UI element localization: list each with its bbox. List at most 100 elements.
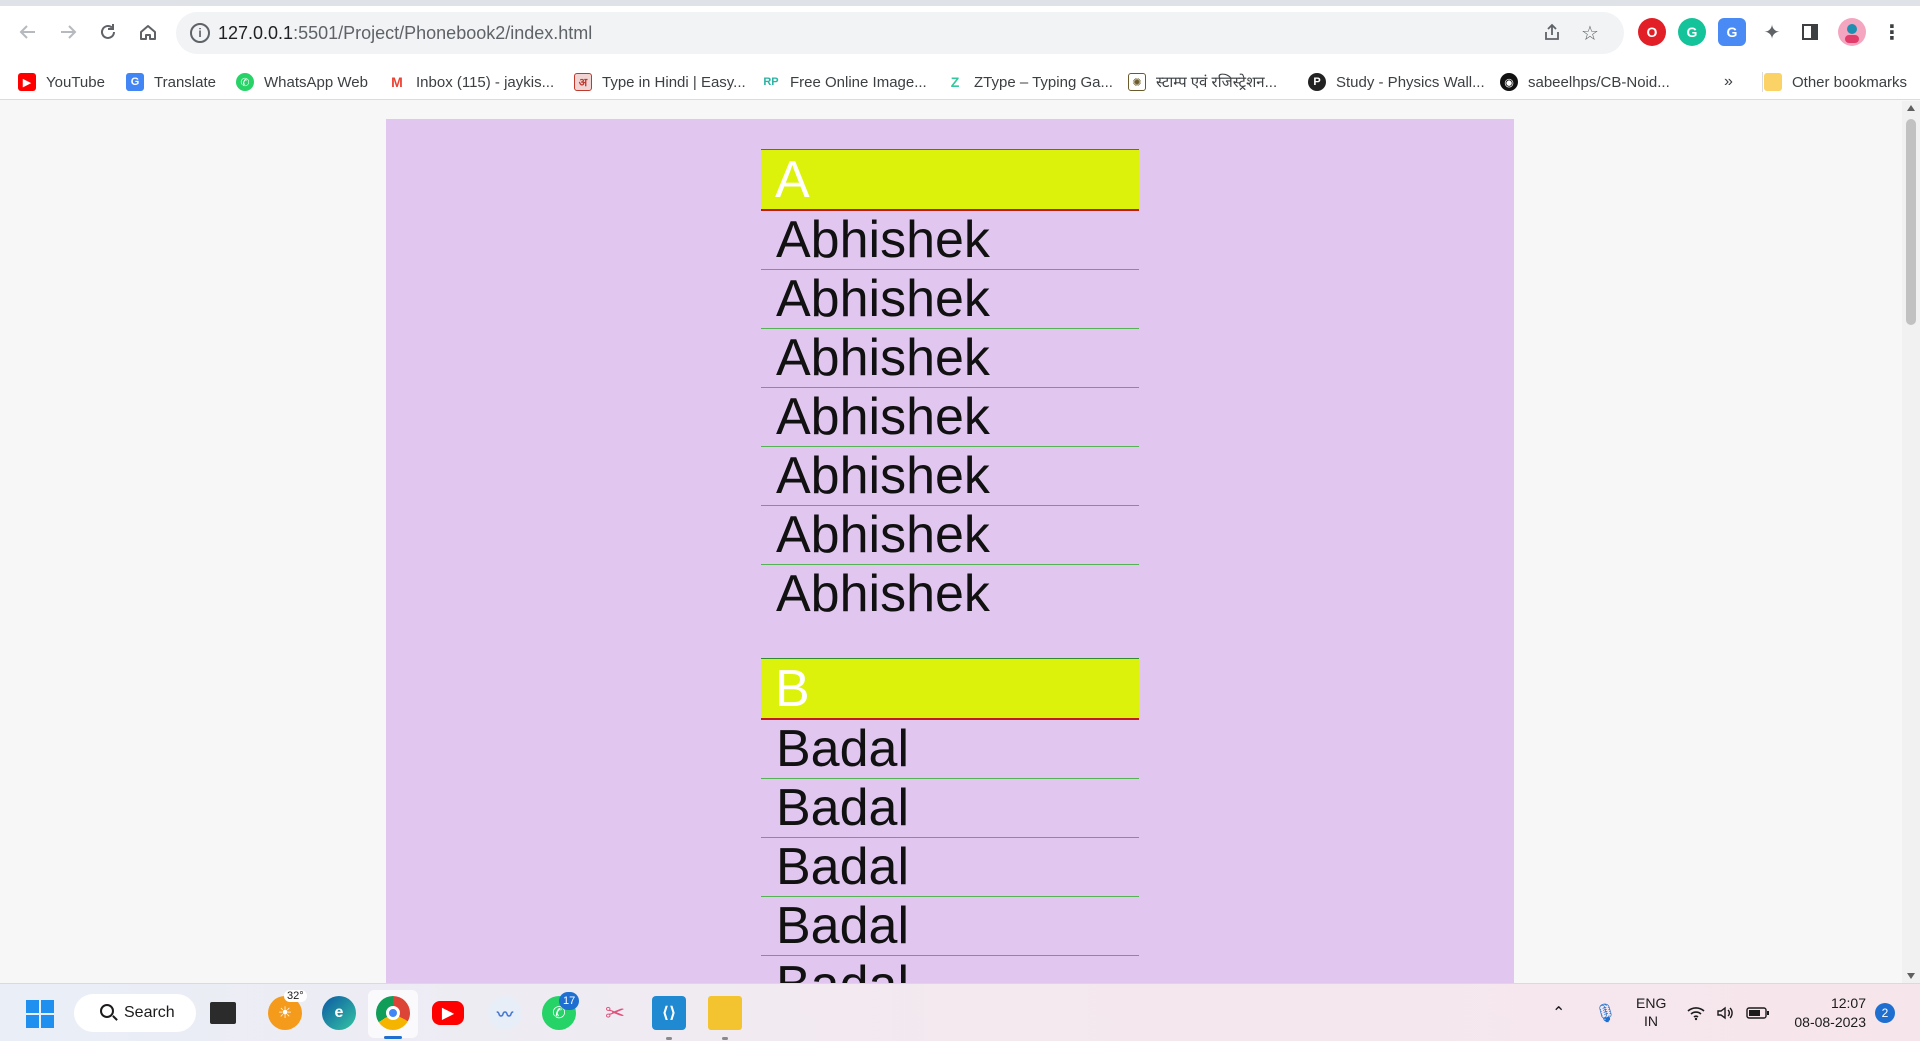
back-button[interactable]: [12, 16, 44, 48]
reload-icon: [101, 24, 115, 39]
arrow-right-icon: [61, 25, 77, 39]
hindi-type-icon: अ: [574, 73, 592, 91]
bookmark-ztype[interactable]: Z ZType – Typing Ga...: [946, 64, 1113, 100]
scrollbar-thumb[interactable]: [1906, 119, 1916, 325]
scroll-down-arrow-icon[interactable]: [1907, 973, 1915, 979]
language-code: ENG: [1636, 995, 1667, 1011]
chrome-menu-icon[interactable]: ⋮: [1878, 18, 1906, 46]
task-view-icon[interactable]: [210, 1002, 236, 1024]
weather-temperature: 32°: [284, 990, 307, 1002]
home-button[interactable]: [132, 16, 164, 48]
contact-row[interactable]: Abhishek: [761, 506, 1139, 565]
file-explorer-icon[interactable]: [708, 996, 742, 1030]
image-tool-icon: RP: [762, 73, 780, 91]
arrow-left-icon: [19, 25, 35, 39]
show-hidden-icons-chevron-icon[interactable]: ⌃: [1552, 984, 1565, 1041]
emblem-icon: ✺: [1128, 73, 1146, 91]
contact-row[interactable]: Badal: [761, 838, 1139, 897]
github-icon: ◉: [1500, 73, 1518, 91]
contact-row[interactable]: Abhishek: [761, 565, 1139, 624]
ztype-icon: Z: [946, 73, 964, 91]
bookmarks-overflow-button[interactable]: »: [1724, 64, 1733, 100]
bookmark-whatsapp-web[interactable]: ✆ WhatsApp Web: [236, 64, 368, 100]
stock-app-icon[interactable]: 〰: [488, 996, 522, 1030]
search-icon: [100, 1004, 114, 1018]
opera-extension-icon[interactable]: O: [1638, 18, 1666, 46]
search-label: Search: [124, 1004, 175, 1021]
translate-extension-icon[interactable]: G: [1718, 18, 1746, 46]
windows-start-icon[interactable]: [26, 1000, 54, 1028]
contact-row[interactable]: Badal: [761, 956, 1139, 983]
reload-button[interactable]: [92, 16, 124, 48]
bookmark-github[interactable]: ◉ sabeelhps/CB-Noid...: [1500, 64, 1670, 100]
snipping-tool-icon[interactable]: ✂: [598, 996, 632, 1030]
microphone-icon[interactable]: 🎙: [1594, 984, 1617, 1041]
bookmark-translate[interactable]: G Translate: [126, 64, 216, 100]
profile-avatar[interactable]: [1838, 18, 1866, 46]
edge-browser-icon[interactable]: e: [322, 996, 356, 1030]
clock-date: 08-08-2023: [1794, 1014, 1866, 1030]
physics-wallah-icon: P: [1308, 73, 1326, 91]
url-text[interactable]: 127.0.0.1:5501/Project/Phonebook2/index.…: [218, 23, 592, 44]
vscode-icon[interactable]: ⟨⟩: [652, 996, 686, 1030]
clock-time: 12:07: [1830, 995, 1866, 1011]
youtube-app-icon[interactable]: ▶: [432, 1001, 464, 1025]
grammarly-extension-icon[interactable]: G: [1678, 18, 1706, 46]
contact-row[interactable]: Badal: [761, 897, 1139, 956]
region-code: IN: [1644, 1013, 1658, 1029]
home-icon: [140, 25, 156, 40]
phonebook-panel: A Abhishek Abhishek Abhishek Abhishek Ab…: [386, 119, 1514, 983]
tab-strip: [0, 0, 1920, 6]
contact-group-b: B Badal Badal Badal Badal Badal: [761, 658, 1139, 983]
bookmark-star-icon[interactable]: ☆: [1578, 22, 1602, 46]
chrome-taskbar-icon[interactable]: [376, 996, 410, 1030]
input-language-indicator[interactable]: ENG IN: [1636, 994, 1666, 1030]
letter-header-b: B: [761, 658, 1139, 720]
youtube-icon: ▶: [18, 73, 36, 91]
chrome-running-indicator: [384, 1036, 402, 1039]
gmail-icon: M: [388, 73, 406, 91]
vscode-running-indicator: [666, 1037, 672, 1040]
bookmark-free-online-image[interactable]: RP Free Online Image...: [762, 64, 927, 100]
system-clock[interactable]: 12:07 08-08-2023: [1786, 994, 1866, 1032]
bookmarks-bar: ▶ YouTube G Translate ✆ WhatsApp Web M Inbox…: [0, 64, 1920, 100]
bookmarks-divider: [1762, 72, 1763, 92]
phonebook-list: A Abhishek Abhishek Abhishek Abhishek Ab…: [761, 149, 1139, 983]
site-info-icon[interactable]: i: [190, 23, 210, 43]
bookmark-physics-wallah[interactable]: P Study - Physics Wall...: [1308, 64, 1485, 100]
google-translate-icon: G: [126, 73, 144, 91]
forward-button[interactable]: [52, 16, 84, 48]
contact-row[interactable]: Abhishek: [761, 388, 1139, 447]
bookmark-type-in-hindi[interactable]: अ Type in Hindi | Easy...: [574, 64, 746, 100]
windows-taskbar: Search ☀ 32° e ▶ 〰 ✆ 17 ✂ ⟨⟩ ⌃ 🎙 ENG IN …: [0, 983, 1920, 1041]
bookmark-youtube[interactable]: ▶ YouTube: [18, 64, 105, 100]
contact-row[interactable]: Badal: [761, 779, 1139, 838]
notification-count-badge[interactable]: 2: [1875, 1003, 1895, 1023]
contact-group-a: A Abhishek Abhishek Abhishek Abhishek Ab…: [761, 149, 1139, 624]
page-viewport: A Abhishek Abhishek Abhishek Abhishek Ab…: [0, 101, 1902, 983]
explorer-running-indicator: [722, 1037, 728, 1040]
battery-icon[interactable]: [1746, 984, 1770, 1041]
extensions-puzzle-icon[interactable]: ✦: [1758, 18, 1786, 46]
bookmark-stamp-registration[interactable]: ✺ स्टाम्प एवं रजिस्ट्रेशन...: [1128, 64, 1277, 100]
bookmark-gmail-inbox[interactable]: M Inbox (115) - jaykis...: [388, 64, 554, 100]
browser-toolbar: i 127.0.0.1:5501/Project/Phonebook2/inde…: [0, 0, 1920, 64]
contact-row[interactable]: Abhishek: [761, 270, 1139, 329]
scroll-up-arrow-icon[interactable]: [1907, 105, 1915, 111]
whatsapp-icon: ✆: [236, 73, 254, 91]
whatsapp-unread-badge: 17: [559, 992, 580, 1010]
volume-icon[interactable]: [1716, 984, 1736, 1041]
other-bookmarks-folder[interactable]: Other bookmarks: [1764, 64, 1907, 100]
address-bar[interactable]: i 127.0.0.1:5501/Project/Phonebook2/inde…: [176, 12, 1624, 54]
share-icon[interactable]: [1540, 22, 1564, 46]
folder-icon: [1764, 73, 1782, 91]
contact-row[interactable]: Badal: [761, 720, 1139, 779]
taskbar-search-box[interactable]: Search: [74, 994, 196, 1032]
side-panel-icon[interactable]: [1796, 18, 1824, 46]
contact-row[interactable]: Abhishek: [761, 211, 1139, 270]
contact-row[interactable]: Abhishek: [761, 329, 1139, 388]
wifi-icon[interactable]: [1686, 984, 1706, 1041]
page-scrollbar[interactable]: [1902, 101, 1920, 983]
contact-row[interactable]: Abhishek: [761, 447, 1139, 506]
letter-header-a: A: [761, 149, 1139, 211]
